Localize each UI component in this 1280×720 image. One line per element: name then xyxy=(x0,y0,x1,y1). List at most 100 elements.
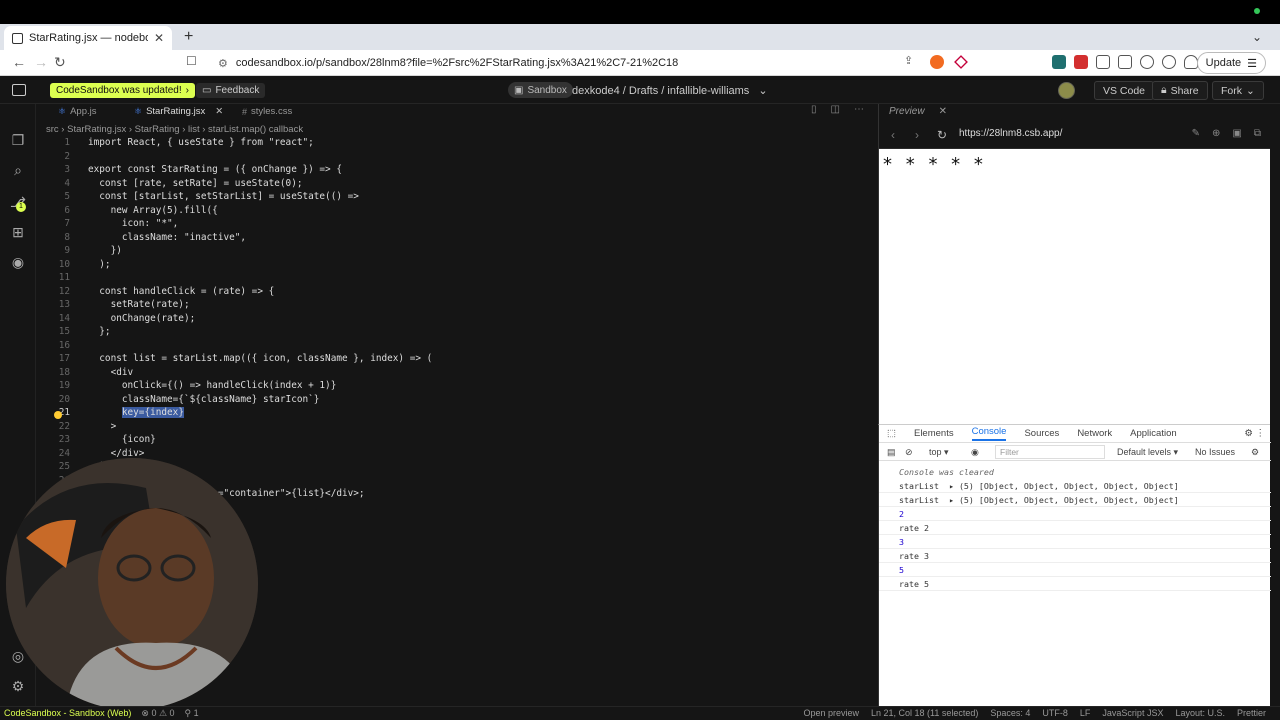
code-line[interactable]: 11 xyxy=(36,271,878,285)
encoding[interactable]: UTF-8 xyxy=(1042,708,1068,718)
code-line[interactable]: 23 {icon} xyxy=(36,433,878,447)
code-line[interactable]: 4 const [rate, setRate] = useState(0); xyxy=(36,177,878,191)
code-line[interactable]: 19 onClick={() => handleClick(index + 1)… xyxy=(36,379,878,393)
code-line[interactable]: 22 > xyxy=(36,420,878,434)
preview-forward-icon[interactable]: › xyxy=(915,128,919,142)
preview-url[interactable]: https://28lnm8.csb.app/ xyxy=(959,128,1062,139)
console-filter-input[interactable]: Filter xyxy=(995,445,1105,459)
code-line[interactable]: 2 xyxy=(36,150,878,164)
avatar[interactable] xyxy=(1058,82,1075,99)
sidebar-toggle-icon[interactable]: ▤ xyxy=(887,447,896,458)
console-message[interactable]: Console was cleared xyxy=(879,465,1271,479)
code-line[interactable]: 10 ); xyxy=(36,258,878,272)
updated-notice[interactable]: CodeSandbox was updated! › xyxy=(50,83,195,98)
code-line[interactable]: 8 className: "inactive", xyxy=(36,231,878,245)
line-text[interactable]: import React, { useState } from "react"; xyxy=(88,136,314,150)
line-text[interactable]: const [rate, setRate] = useState(0); xyxy=(88,177,302,191)
sidebar-icon[interactable] xyxy=(1118,55,1132,69)
code-line[interactable]: 6 new Array(5).fill({ xyxy=(36,204,878,218)
bookmark-icon[interactable]: ☐ xyxy=(186,54,197,68)
code-line[interactable]: 15 }; xyxy=(36,325,878,339)
code-line[interactable]: 21 key={index} xyxy=(36,406,878,420)
indentation[interactable]: Spaces: 4 xyxy=(990,708,1030,718)
clear-console-icon[interactable]: ⊘ xyxy=(905,447,913,458)
code-line[interactable]: 16 xyxy=(36,339,878,353)
log-levels-select[interactable]: Default levels ▾ xyxy=(1117,447,1178,458)
ports-indicator[interactable]: ⚲ 1 xyxy=(185,708,199,719)
close-preview-icon[interactable]: ✕ xyxy=(939,106,947,117)
tab-sources[interactable]: Sources xyxy=(1024,428,1059,439)
tab-app-js[interactable]: ⚛ App.js xyxy=(58,104,96,119)
code-line[interactable]: 9 }) xyxy=(36,244,878,258)
line-text[interactable]: ); xyxy=(88,258,110,272)
editor-breadcrumb[interactable]: src › StarRating.jsx › StarRating › list… xyxy=(46,124,303,135)
tab-starrating-jsx[interactable]: ⚛ StarRating.jsx ✕ xyxy=(134,104,223,119)
code-line[interactable]: 7 icon: "*", xyxy=(36,217,878,231)
code-line[interactable]: 24 </div> xyxy=(36,447,878,461)
pin-icon[interactable]: ✎ xyxy=(1192,128,1200,139)
open-external-icon[interactable]: ⧉ xyxy=(1254,128,1261,139)
target-icon[interactable]: ⊕ xyxy=(1212,128,1220,139)
console-message[interactable]: 2 xyxy=(879,507,1271,521)
close-tab-icon[interactable]: ✕ xyxy=(215,106,223,117)
preview-back-icon[interactable]: ‹ xyxy=(891,128,895,142)
star-rating[interactable]: * * * * * xyxy=(883,154,987,175)
line-text[interactable]: const list = starList.map(({ icon, class… xyxy=(88,352,432,366)
tab-elements[interactable]: Elements xyxy=(914,428,954,439)
line-text[interactable]: {icon} xyxy=(88,433,156,447)
console-message[interactable]: starList ▸ (5) [Object, Object, Object, … xyxy=(879,479,1271,493)
github-icon[interactable]: ◉ xyxy=(9,254,27,272)
browser-tab[interactable]: StarRating.jsx — nodebox — C ✕ xyxy=(4,26,172,50)
extension-icon[interactable] xyxy=(1140,55,1154,69)
issues-label[interactable]: No Issues xyxy=(1195,447,1235,457)
share-button[interactable]: 🔒︎ Share xyxy=(1152,81,1208,100)
ai-icon[interactable] xyxy=(1162,55,1176,69)
forward-icon[interactable]: → xyxy=(34,54,48,70)
formatter[interactable]: Prettier xyxy=(1237,708,1266,718)
context-select[interactable]: top ▾ xyxy=(929,447,949,458)
line-text[interactable]: > xyxy=(88,420,117,434)
devtools-settings-icon[interactable]: ⚙ ⋮ xyxy=(1244,428,1265,439)
code-line[interactable]: 18 <div xyxy=(36,366,878,380)
toggle-panel-icon[interactable]: ▯ xyxy=(811,104,817,115)
tab-console[interactable]: Console xyxy=(971,426,1007,441)
search-icon[interactable]: ⌕ xyxy=(9,162,27,180)
devtools-icon[interactable]: ▣ xyxy=(1232,128,1241,139)
console-message[interactable]: 3 xyxy=(879,535,1271,549)
extension-icon[interactable] xyxy=(1074,55,1088,69)
share-page-icon[interactable]: ⇪ xyxy=(904,54,913,67)
cursor-position[interactable]: Ln 21, Col 18 (11 selected) xyxy=(871,708,978,718)
console-message[interactable]: rate 2 xyxy=(879,521,1271,535)
code-line[interactable]: 5 const [starList, setStarList] = useSta… xyxy=(36,190,878,204)
code-line[interactable]: 13 setRate(rate); xyxy=(36,298,878,312)
line-text[interactable]: <div xyxy=(88,366,134,380)
line-text[interactable]: key={index} xyxy=(88,406,184,420)
files-icon[interactable]: ❐ xyxy=(9,132,27,150)
code-line[interactable]: 1 import React, { useState } from "react"… xyxy=(36,136,878,150)
tab-network[interactable]: Network xyxy=(1077,428,1112,439)
menu-icon[interactable] xyxy=(12,84,26,96)
code-line[interactable]: 3 export const StarRating = ({ onChange }… xyxy=(36,163,878,177)
site-info-icon[interactable]: ⚙ xyxy=(218,57,228,70)
line-endings[interactable]: LF xyxy=(1080,708,1091,718)
preview-reload-icon[interactable]: ↻ xyxy=(937,128,947,142)
language-mode[interactable]: JavaScript JSX xyxy=(1102,708,1163,718)
line-text[interactable]: setRate(rate); xyxy=(88,298,190,312)
tab-application[interactable]: Application xyxy=(1130,428,1176,439)
line-text[interactable]: icon: "*", xyxy=(88,217,178,231)
line-text[interactable]: onChange(rate); xyxy=(88,312,196,326)
vscode-button[interactable]: VS Code xyxy=(1094,81,1155,100)
line-text[interactable]: const handleClick = (rate) => { xyxy=(88,285,274,299)
console-message[interactable]: rate 5 xyxy=(879,577,1271,591)
code-line[interactable]: 14 onChange(rate); xyxy=(36,312,878,326)
reload-icon[interactable]: ↻ xyxy=(54,54,66,71)
status-brand[interactable]: CodeSandbox - Sandbox (Web) xyxy=(4,708,131,719)
code-line[interactable]: 20 className={`${className} starIcon`} xyxy=(36,393,878,407)
settings-gear-icon[interactable]: ⚙ xyxy=(9,678,27,696)
chevron-down-icon[interactable]: ⌄ xyxy=(1252,30,1262,44)
console-settings-icon[interactable]: ⚙ xyxy=(1251,447,1259,458)
code-line[interactable]: 17 const list = starList.map(({ icon, cl… xyxy=(36,352,878,366)
problems-indicator[interactable]: ⊗ 0 ⚠ 0 xyxy=(141,708,174,719)
extension-icon[interactable] xyxy=(1052,55,1066,69)
fork-button[interactable]: Fork ⌄ xyxy=(1212,81,1264,100)
